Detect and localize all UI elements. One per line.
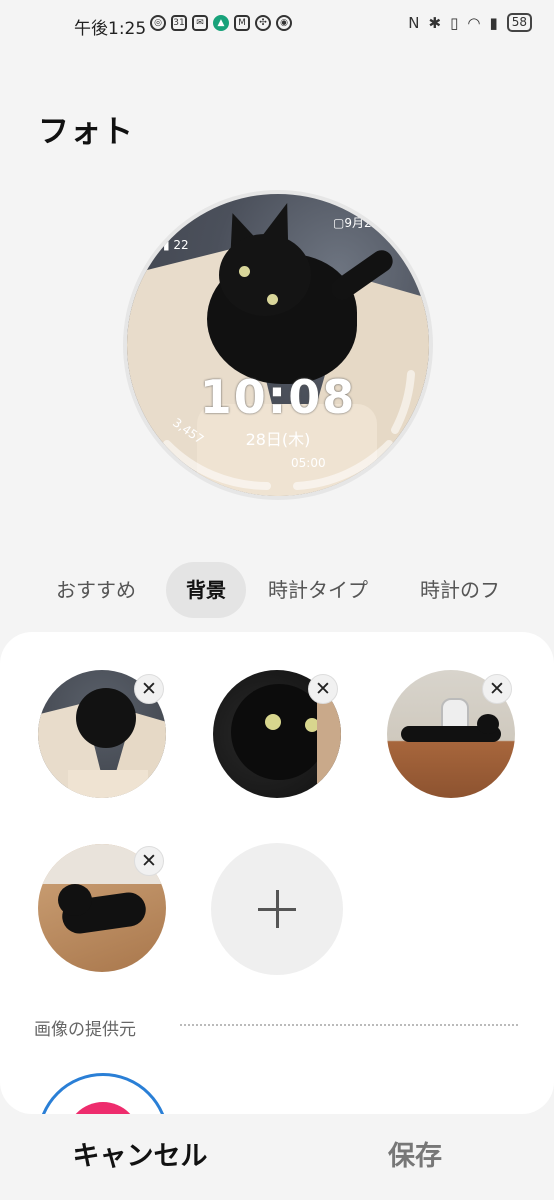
bluetooth-icon: ✱ bbox=[428, 13, 442, 32]
gallery-app-icon bbox=[66, 1102, 140, 1114]
watch-top-left-complication: ▮ 22 bbox=[163, 238, 189, 252]
status-time: 午後1:25 bbox=[74, 19, 147, 39]
target-icon: ◎ bbox=[150, 15, 166, 31]
notification-icons: ◎ 31 ✉ ▲ M ✣ ◉ bbox=[150, 15, 292, 31]
cancel-button[interactable]: キャンセル bbox=[40, 1114, 240, 1200]
system-icons: N ✱ ▯ ◠ ▮ 58 bbox=[408, 13, 532, 32]
photo-cat-head bbox=[58, 884, 92, 916]
status-bar: 午後1:25 ◎ 31 ✉ ▲ M ✣ ◉ N ✱ ▯ ◠ ▮ 58 bbox=[0, 0, 554, 52]
nfc-icon: N bbox=[408, 13, 420, 32]
image-source-app-button[interactable] bbox=[37, 1073, 169, 1114]
category-tabs: おすすめ 背景 時計タイプ 時計のフ bbox=[0, 562, 554, 618]
add-photo-button[interactable] bbox=[211, 843, 343, 975]
photo-cat bbox=[76, 688, 136, 748]
save-button[interactable]: 保存 bbox=[315, 1114, 515, 1200]
watch-date: 28日(木) bbox=[245, 430, 311, 449]
photo-panel: ✕ ✕ ✕ ✕ 画像の提供元 bbox=[0, 632, 554, 1114]
tab-clock-type[interactable]: 時計タイプ bbox=[268, 562, 368, 618]
remove-photo-4-button[interactable]: ✕ bbox=[134, 846, 164, 876]
plus-icon bbox=[276, 890, 279, 928]
photo-cat-eye bbox=[265, 714, 281, 730]
photo-hammock bbox=[68, 770, 148, 798]
battery-indicator: 58 bbox=[506, 13, 532, 32]
app-icon: ▲ bbox=[213, 15, 229, 31]
dotted-divider bbox=[180, 1024, 518, 1026]
fan-icon: ✣ bbox=[255, 15, 271, 31]
photo-cat-head bbox=[477, 714, 499, 734]
watch-clock: 10:08 bbox=[199, 370, 357, 424]
image-source-label: 画像の提供元 bbox=[34, 1020, 136, 1040]
tab-recommended[interactable]: おすすめ bbox=[56, 562, 136, 618]
bottom-action-bar: キャンセル 保存 bbox=[0, 1114, 554, 1200]
watch-face-preview[interactable]: ▮ 22 ▢9月28日木曜日 3,457 05:00 10:08 28日(木) bbox=[127, 194, 429, 496]
remove-photo-2-button[interactable]: ✕ bbox=[308, 674, 338, 704]
tab-clock-font[interactable]: 時計のフ bbox=[420, 562, 500, 618]
wifi-icon: ◠ bbox=[467, 13, 481, 32]
watch-bottom-time: 05:00 bbox=[291, 456, 326, 470]
watch-top-date: ▢9月28日木曜日 bbox=[333, 216, 428, 230]
cat-app-icon: ◉ bbox=[276, 15, 292, 31]
mail-icon: ✉ bbox=[192, 15, 208, 31]
tab-background[interactable]: 背景 bbox=[166, 562, 246, 618]
vibrate-icon: ▯ bbox=[450, 13, 459, 32]
signal-icon: ▮ bbox=[489, 13, 498, 32]
page-title: フォト bbox=[38, 114, 134, 150]
remove-photo-1-button[interactable]: ✕ bbox=[134, 674, 164, 704]
remove-photo-3-button[interactable]: ✕ bbox=[482, 674, 512, 704]
calendar-icon: 31 bbox=[171, 15, 187, 31]
gmail-icon: M bbox=[234, 15, 250, 31]
